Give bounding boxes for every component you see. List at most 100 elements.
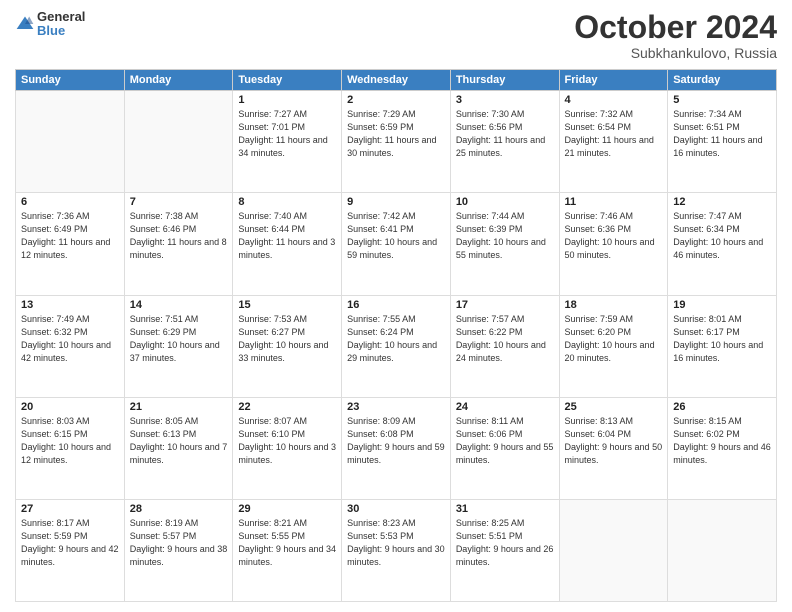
calendar-week-0: 1Sunrise: 7:27 AMSunset: 7:01 PMDaylight… bbox=[16, 91, 777, 193]
calendar-table: Sunday Monday Tuesday Wednesday Thursday… bbox=[15, 69, 777, 602]
calendar-cell: 18Sunrise: 7:59 AMSunset: 6:20 PMDayligh… bbox=[559, 295, 668, 397]
logo-general: General bbox=[37, 10, 85, 24]
page: General Blue October 2024 Subkhankulovo,… bbox=[0, 0, 792, 612]
day-info: Sunrise: 7:51 AMSunset: 6:29 PMDaylight:… bbox=[130, 313, 228, 365]
day-number: 7 bbox=[130, 196, 228, 208]
day-info: Sunrise: 7:29 AMSunset: 6:59 PMDaylight:… bbox=[347, 108, 445, 160]
col-tuesday: Tuesday bbox=[233, 70, 342, 91]
day-number: 23 bbox=[347, 401, 445, 413]
day-info: Sunrise: 7:27 AMSunset: 7:01 PMDaylight:… bbox=[238, 108, 336, 160]
calendar-cell: 28 Sunrise: 8:19 AMSunset: 5:57 PMDayligh… bbox=[124, 499, 233, 601]
calendar-week-3: 20 Sunrise: 8:03 AMSunset: 6:15 PMDayligh… bbox=[16, 397, 777, 499]
day-number: 9 bbox=[347, 196, 445, 208]
calendar-cell: 21 Sunrise: 8:05 AMSunset: 6:13 PMDayligh… bbox=[124, 397, 233, 499]
day-info: Sunrise: 8:25 AMSunset: 5:51 PMDaylight:… bbox=[456, 517, 554, 569]
day-info: Sunrise: 8:11 AMSunset: 6:06 PMDaylight:… bbox=[456, 415, 554, 467]
calendar-cell: 9 Sunrise: 7:42 AMSunset: 6:41 PMDaylight… bbox=[342, 193, 451, 295]
calendar-week-4: 27Sunrise: 8:17 AMSunset: 5:59 PMDayligh… bbox=[16, 499, 777, 601]
calendar-cell: 12 Sunrise: 7:47 AMSunset: 6:34 PMDayligh… bbox=[668, 193, 777, 295]
logo-blue: Blue bbox=[37, 24, 85, 38]
day-number: 2 bbox=[347, 94, 445, 106]
day-info: Sunrise: 7:49 AMSunset: 6:32 PMDaylight:… bbox=[21, 313, 119, 365]
day-info: Sunrise: 7:47 AMSunset: 6:34 PMDaylight:… bbox=[673, 210, 771, 262]
day-number: 3 bbox=[456, 94, 554, 106]
title-month: October 2024 bbox=[574, 10, 777, 45]
calendar-cell: 4 Sunrise: 7:32 AMSunset: 6:54 PMDaylight… bbox=[559, 91, 668, 193]
calendar-cell: 16Sunrise: 7:55 AMSunset: 6:24 PMDayligh… bbox=[342, 295, 451, 397]
calendar-cell: 23Sunrise: 8:09 AMSunset: 6:08 PMDayligh… bbox=[342, 397, 451, 499]
day-info: Sunrise: 8:03 AMSunset: 6:15 PMDaylight:… bbox=[21, 415, 119, 467]
col-saturday: Saturday bbox=[668, 70, 777, 91]
calendar-cell: 15 Sunrise: 7:53 AMSunset: 6:27 PMDayligh… bbox=[233, 295, 342, 397]
day-info: Sunrise: 8:17 AMSunset: 5:59 PMDaylight:… bbox=[21, 517, 119, 569]
day-info: Sunrise: 7:53 AMSunset: 6:27 PMDaylight:… bbox=[238, 313, 336, 365]
day-number: 10 bbox=[456, 196, 554, 208]
day-info: Sunrise: 8:13 AMSunset: 6:04 PMDaylight:… bbox=[565, 415, 663, 467]
day-number: 22 bbox=[238, 401, 336, 413]
calendar-cell: 10Sunrise: 7:44 AMSunset: 6:39 PMDayligh… bbox=[450, 193, 559, 295]
calendar-cell: 22 Sunrise: 8:07 AMSunset: 6:10 PMDayligh… bbox=[233, 397, 342, 499]
calendar-body: 1Sunrise: 7:27 AMSunset: 7:01 PMDaylight… bbox=[16, 91, 777, 602]
day-number: 5 bbox=[673, 94, 771, 106]
calendar-cell bbox=[668, 499, 777, 601]
calendar-cell: 20 Sunrise: 8:03 AMSunset: 6:15 PMDayligh… bbox=[16, 397, 125, 499]
day-info: Sunrise: 8:05 AMSunset: 6:13 PMDaylight:… bbox=[130, 415, 228, 467]
calendar-cell: 14Sunrise: 7:51 AMSunset: 6:29 PMDayligh… bbox=[124, 295, 233, 397]
day-info: Sunrise: 8:01 AMSunset: 6:17 PMDaylight:… bbox=[673, 313, 771, 365]
day-info: Sunrise: 7:40 AMSunset: 6:44 PMDaylight:… bbox=[238, 210, 336, 262]
day-number: 26 bbox=[673, 401, 771, 413]
day-info: Sunrise: 8:07 AMSunset: 6:10 PMDaylight:… bbox=[238, 415, 336, 467]
day-number: 11 bbox=[565, 196, 663, 208]
calendar-cell: 24 Sunrise: 8:11 AMSunset: 6:06 PMDayligh… bbox=[450, 397, 559, 499]
day-number: 17 bbox=[456, 299, 554, 311]
day-number: 6 bbox=[21, 196, 119, 208]
calendar-cell: 26 Sunrise: 8:15 AMSunset: 6:02 PMDayligh… bbox=[668, 397, 777, 499]
day-info: Sunrise: 8:23 AMSunset: 5:53 PMDaylight:… bbox=[347, 517, 445, 569]
calendar-cell: 25 Sunrise: 8:13 AMSunset: 6:04 PMDayligh… bbox=[559, 397, 668, 499]
day-info: Sunrise: 7:57 AMSunset: 6:22 PMDaylight:… bbox=[456, 313, 554, 365]
col-sunday: Sunday bbox=[16, 70, 125, 91]
day-number: 25 bbox=[565, 401, 663, 413]
day-info: Sunrise: 7:32 AMSunset: 6:54 PMDaylight:… bbox=[565, 108, 663, 160]
day-number: 8 bbox=[238, 196, 336, 208]
calendar-cell: 30 Sunrise: 8:23 AMSunset: 5:53 PMDayligh… bbox=[342, 499, 451, 601]
calendar-cell: 5 Sunrise: 7:34 AMSunset: 6:51 PMDaylight… bbox=[668, 91, 777, 193]
calendar-cell: 29Sunrise: 8:21 AMSunset: 5:55 PMDayligh… bbox=[233, 499, 342, 601]
calendar-cell bbox=[16, 91, 125, 193]
day-info: Sunrise: 7:59 AMSunset: 6:20 PMDaylight:… bbox=[565, 313, 663, 365]
calendar-cell: 1Sunrise: 7:27 AMSunset: 7:01 PMDaylight… bbox=[233, 91, 342, 193]
calendar-cell: 8 Sunrise: 7:40 AMSunset: 6:44 PMDaylight… bbox=[233, 193, 342, 295]
day-info: Sunrise: 7:38 AMSunset: 6:46 PMDaylight:… bbox=[130, 210, 228, 262]
col-thursday: Thursday bbox=[450, 70, 559, 91]
calendar-week-2: 13 Sunrise: 7:49 AMSunset: 6:32 PMDayligh… bbox=[16, 295, 777, 397]
day-number: 30 bbox=[347, 503, 445, 515]
header-row: Sunday Monday Tuesday Wednesday Thursday… bbox=[16, 70, 777, 91]
day-number: 21 bbox=[130, 401, 228, 413]
day-number: 13 bbox=[21, 299, 119, 311]
day-number: 24 bbox=[456, 401, 554, 413]
calendar-cell: 19 Sunrise: 8:01 AMSunset: 6:17 PMDayligh… bbox=[668, 295, 777, 397]
day-info: Sunrise: 7:46 AMSunset: 6:36 PMDaylight:… bbox=[565, 210, 663, 262]
day-number: 15 bbox=[238, 299, 336, 311]
day-info: Sunrise: 8:15 AMSunset: 6:02 PMDaylight:… bbox=[673, 415, 771, 467]
title-area: October 2024 Subkhankulovo, Russia bbox=[574, 10, 777, 61]
calendar-cell bbox=[124, 91, 233, 193]
day-info: Sunrise: 8:21 AMSunset: 5:55 PMDaylight:… bbox=[238, 517, 336, 569]
day-number: 16 bbox=[347, 299, 445, 311]
calendar-cell: 6 Sunrise: 7:36 AMSunset: 6:49 PMDaylight… bbox=[16, 193, 125, 295]
day-info: Sunrise: 7:34 AMSunset: 6:51 PMDaylight:… bbox=[673, 108, 771, 160]
col-friday: Friday bbox=[559, 70, 668, 91]
day-info: Sunrise: 8:19 AMSunset: 5:57 PMDaylight:… bbox=[130, 517, 228, 569]
day-number: 4 bbox=[565, 94, 663, 106]
day-info: Sunrise: 7:36 AMSunset: 6:49 PMDaylight:… bbox=[21, 210, 119, 262]
day-number: 12 bbox=[673, 196, 771, 208]
day-number: 28 bbox=[130, 503, 228, 515]
title-location: Subkhankulovo, Russia bbox=[574, 45, 777, 61]
logo-icon bbox=[15, 14, 35, 34]
calendar-cell: 17 Sunrise: 7:57 AMSunset: 6:22 PMDayligh… bbox=[450, 295, 559, 397]
day-info: Sunrise: 7:42 AMSunset: 6:41 PMDaylight:… bbox=[347, 210, 445, 262]
day-number: 19 bbox=[673, 299, 771, 311]
header: General Blue October 2024 Subkhankulovo,… bbox=[15, 10, 777, 61]
calendar-cell: 2 Sunrise: 7:29 AMSunset: 6:59 PMDaylight… bbox=[342, 91, 451, 193]
day-number: 20 bbox=[21, 401, 119, 413]
